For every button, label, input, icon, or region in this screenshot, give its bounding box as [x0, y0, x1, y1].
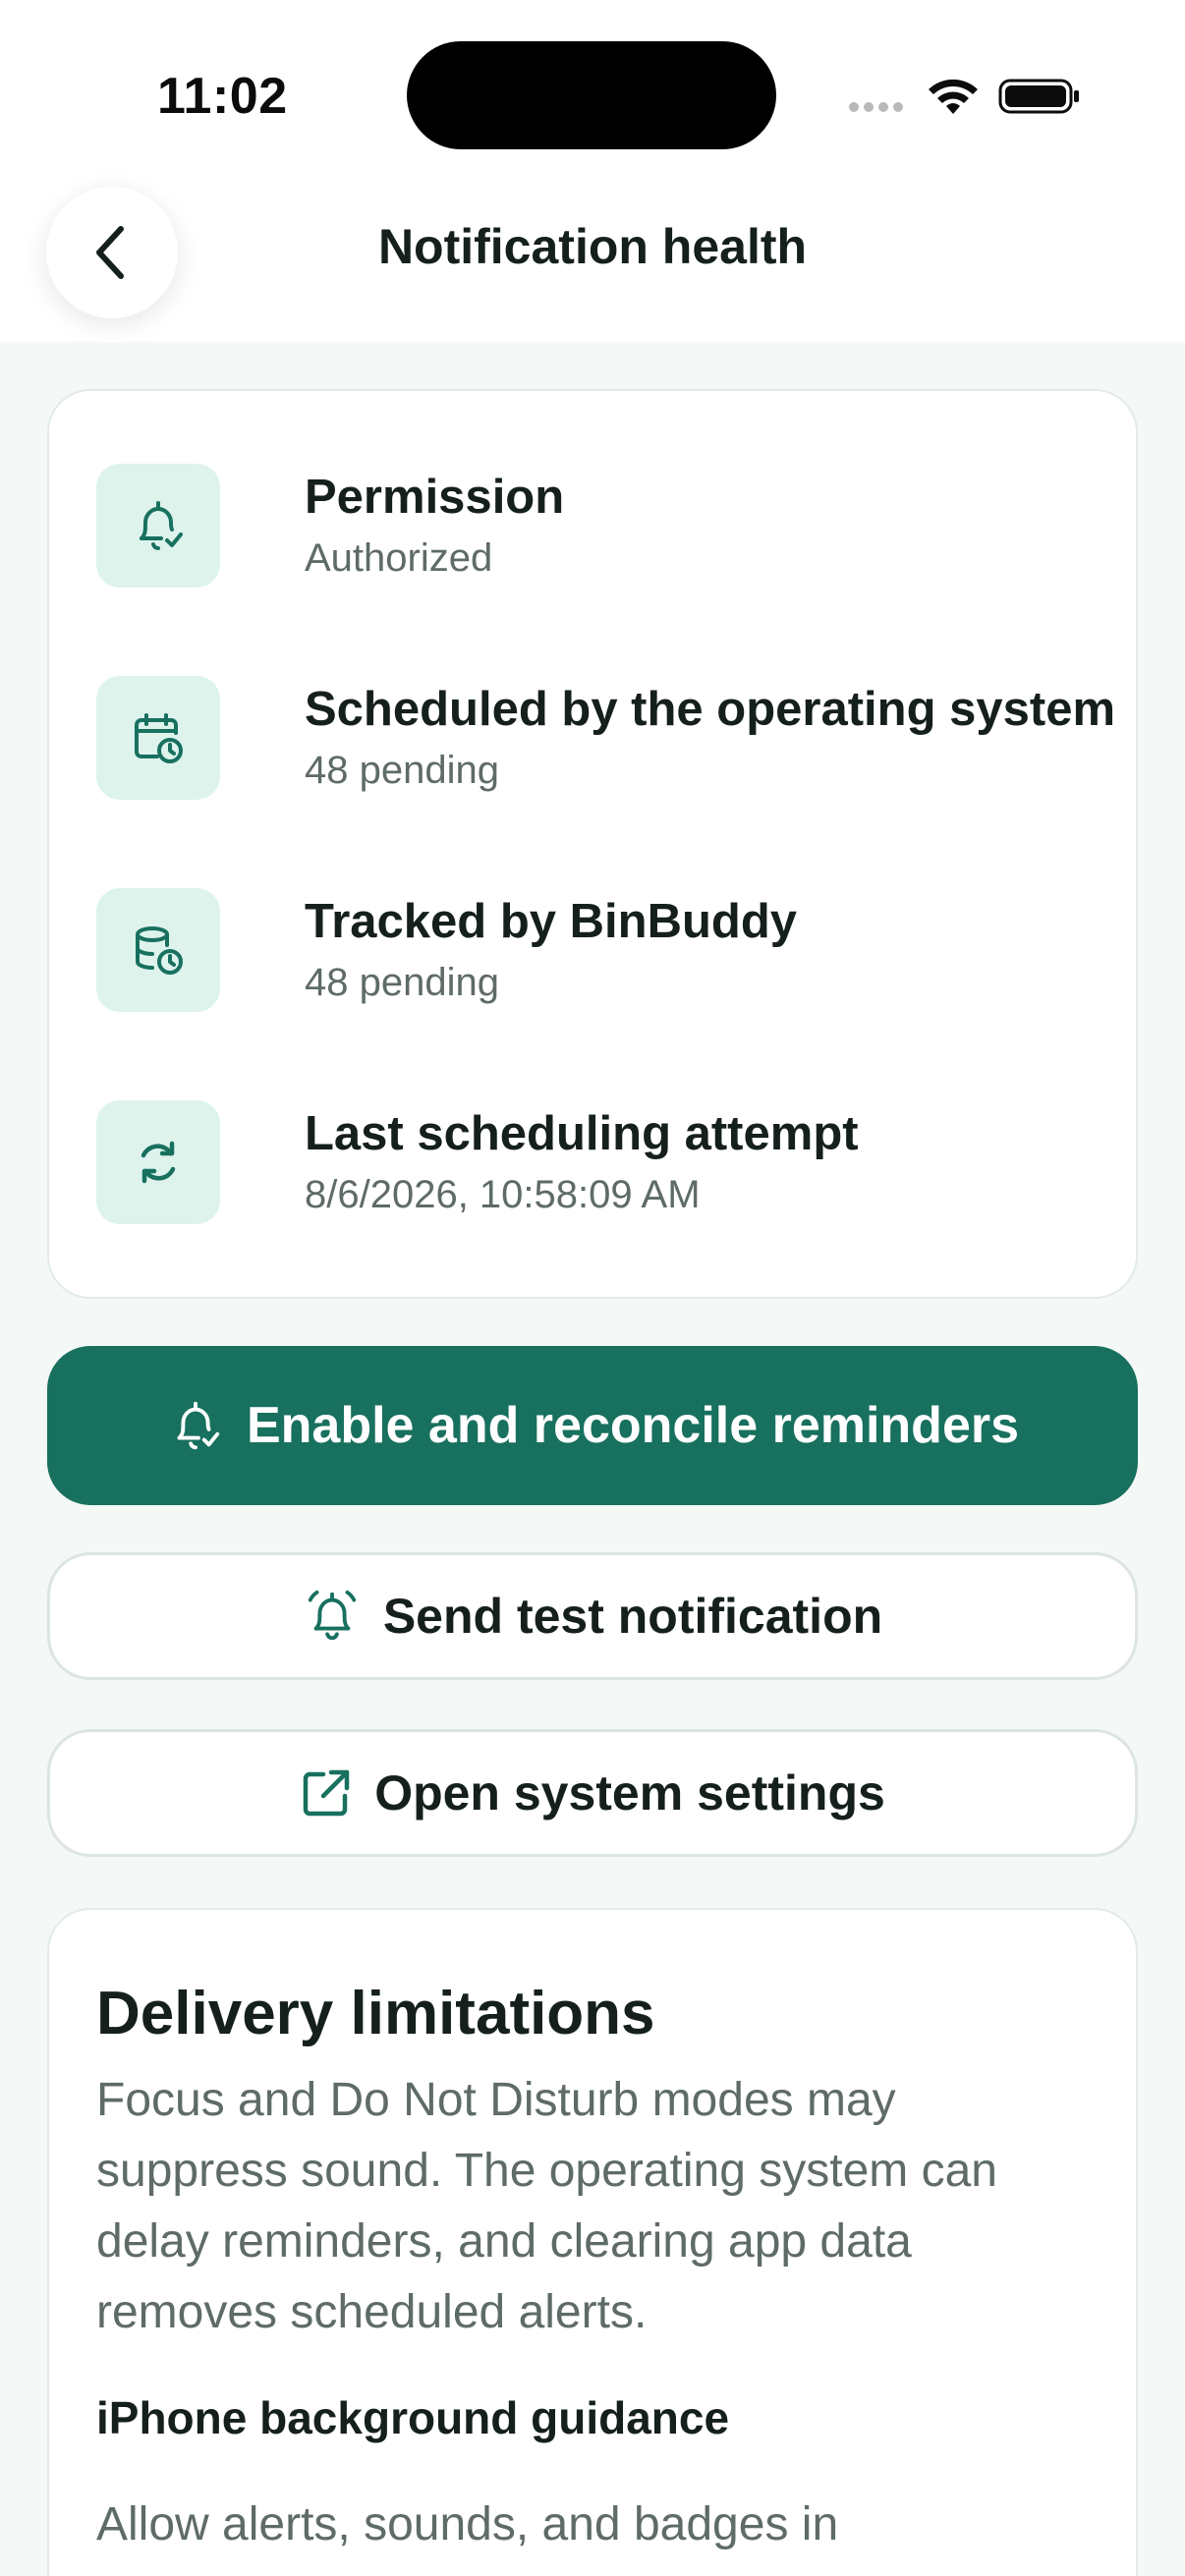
status-row-os-scheduled: Scheduled by the operating system 48 pen… — [96, 676, 1115, 800]
status-row-value: 48 pending — [305, 961, 499, 1004]
wifi-icon — [929, 79, 978, 114]
open-system-settings-button[interactable]: Open system settings — [47, 1729, 1138, 1857]
status-time: 11:02 — [157, 68, 288, 125]
dynamic-island — [407, 41, 776, 149]
database-clock-icon — [96, 888, 220, 1012]
status-row-label: Tracked by BinBuddy — [305, 895, 798, 948]
info-title: Delivery limitations — [96, 1980, 655, 2047]
open-settings-label: Open system settings — [374, 1765, 885, 1820]
bell-check-icon — [177, 1401, 220, 1450]
send-test-notification-button[interactable]: Send test notification — [47, 1552, 1138, 1680]
refresh-icon — [96, 1100, 220, 1224]
bell-check-icon — [96, 464, 220, 588]
status-row-label: Last scheduling attempt — [305, 1107, 859, 1160]
cellular-signal-icon — [849, 102, 903, 112]
calendar-clock-icon — [96, 676, 220, 800]
delivery-limitations-card: Delivery limitations Focus and Do Not Di… — [47, 1908, 1138, 2576]
external-link-icon — [303, 1769, 350, 1817]
header: Notification health — [0, 187, 1185, 342]
status-row-permission: Permission Authorized — [96, 464, 1099, 588]
status-row-last-attempt: Last scheduling attempt 8/6/2026, 10:58:… — [96, 1100, 1099, 1224]
status-row-tracked: Tracked by BinBuddy 48 pending — [96, 888, 1099, 1012]
status-row-value: 48 pending — [305, 749, 499, 792]
info-subtitle: iPhone background guidance — [96, 2392, 730, 2443]
status-row-label: Permission — [305, 471, 565, 524]
send-test-label: Send test notification — [382, 1589, 883, 1644]
status-row-value: 8/6/2026, 10:58:09 AM — [305, 1173, 701, 1216]
status-card: Permission Authorized Scheduled by the o… — [47, 389, 1138, 1299]
status-row-value: Authorized — [305, 536, 493, 580]
enable-reconcile-button[interactable]: Enable and reconcile reminders — [47, 1346, 1138, 1505]
bell-ring-icon — [308, 1590, 357, 1641]
info-body-guidance: Allow alerts, sounds, and badges in — [96, 2498, 839, 2550]
enable-reconcile-label: Enable and reconcile reminders — [246, 1397, 1020, 1454]
status-bar: 11:02 — [0, 0, 1185, 187]
status-row-label: Scheduled by the operating system — [305, 683, 1116, 736]
battery-icon — [998, 79, 1079, 114]
info-body: Focus and Do Not Disturb modes may suppr… — [96, 2074, 997, 2338]
page-title: Notification health — [377, 219, 808, 274]
